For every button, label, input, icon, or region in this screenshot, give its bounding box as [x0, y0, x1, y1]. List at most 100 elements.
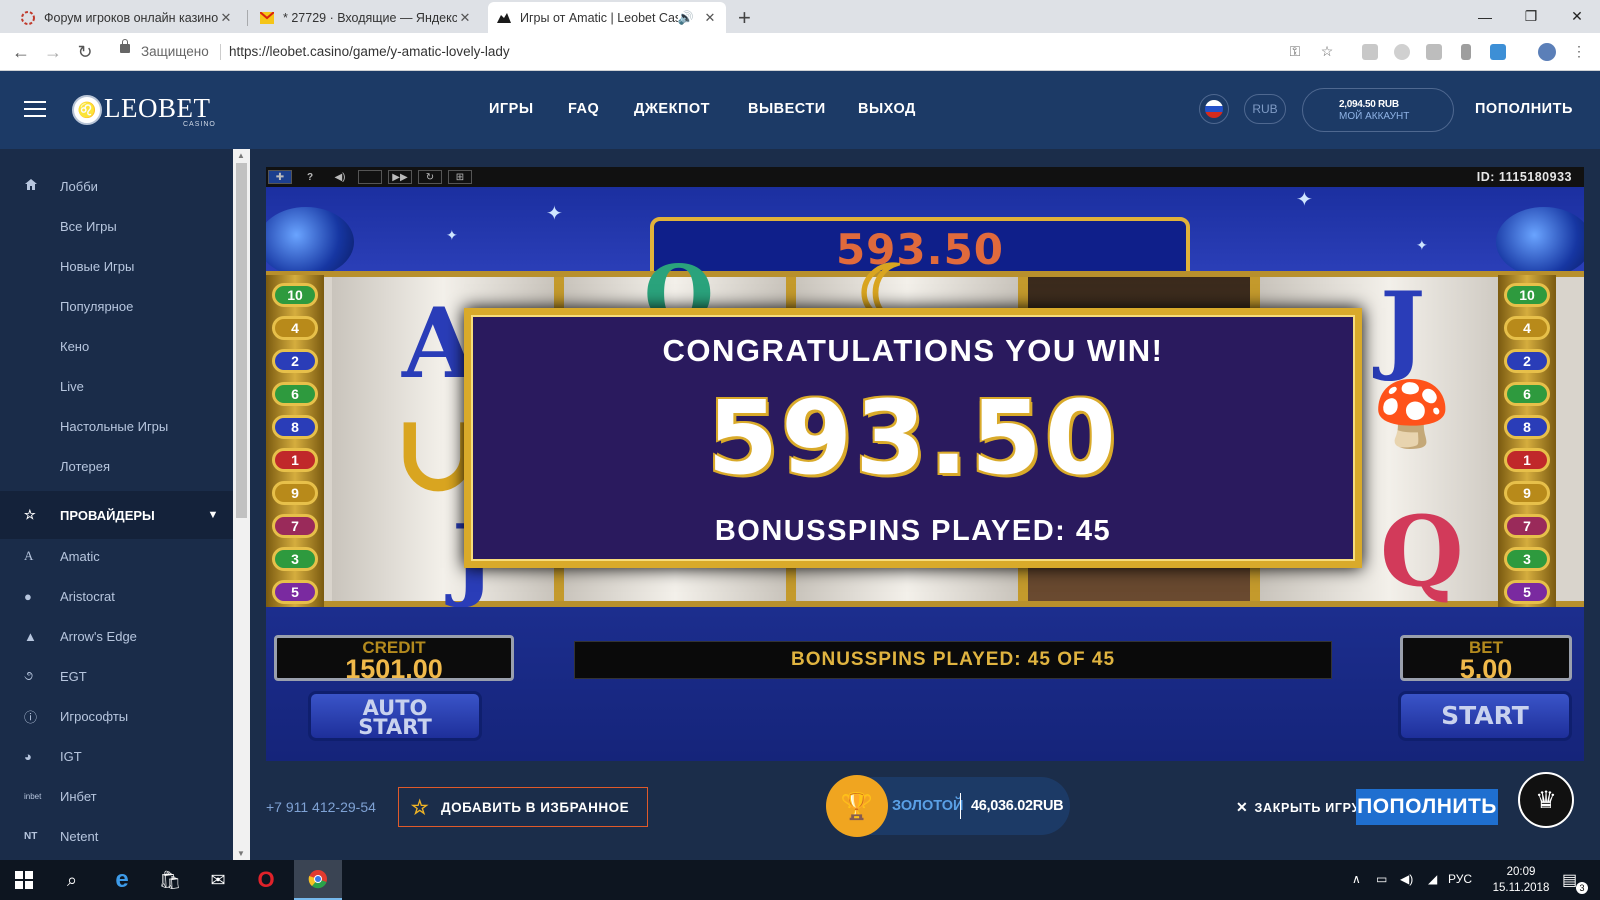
restore-window-button[interactable]: ❐: [1508, 0, 1554, 33]
nav-withdraw[interactable]: ВЫВЕСТИ: [748, 101, 826, 117]
help-icon[interactable]: ?: [298, 170, 322, 184]
fullscreen-icon[interactable]: [358, 170, 382, 184]
forward-button[interactable]: →: [42, 42, 64, 62]
browser-menu-icon[interactable]: ⋮: [1570, 43, 1588, 60]
hamburger-menu-icon[interactable]: [24, 101, 46, 117]
sidebar-item-table-games[interactable]: Настольные Игры: [0, 406, 233, 446]
payline-number: 4: [1504, 316, 1550, 340]
sidebar-item-all-games[interactable]: Все Игры: [0, 206, 233, 246]
taskbar-clock[interactable]: 20:09 15.11.2018: [1486, 864, 1556, 896]
nav-faq[interactable]: FAQ: [568, 101, 599, 117]
deposit-button[interactable]: ПОПОЛНИТЬ: [1356, 789, 1498, 825]
sidebar-scrollbar[interactable]: ▲ ▼: [233, 149, 250, 860]
uk-flag-icon[interactable]: ✚: [268, 170, 292, 184]
extension-icon[interactable]: [1426, 44, 1442, 60]
nav-jackpot[interactable]: ДЖЕКПОТ: [634, 101, 710, 117]
fast-forward-icon[interactable]: ▶▶: [388, 170, 412, 184]
nav-logout[interactable]: ВЫХОД: [858, 101, 916, 117]
slot-game-frame[interactable]: ✚ ? ◀) ▶▶ ↻ ⊞ ID: 1115180933 ✦ ✦ ✦ ✦ 593…: [266, 167, 1584, 761]
win-amount: 593.50: [707, 379, 1119, 498]
language-flag-icon[interactable]: [1199, 94, 1229, 124]
win-title: CONGRATULATIONS YOU WIN!: [662, 333, 1164, 368]
sidebar-item-live[interactable]: Live: [0, 366, 233, 406]
nav-games[interactable]: ИГРЫ: [489, 101, 534, 117]
mail-icon[interactable]: ✉: [194, 860, 242, 900]
currency-selector[interactable]: RUB: [1244, 94, 1286, 124]
browser-tab-yandex-mail[interactable]: * 27729 · Входящие — Яндекс.П ✕: [251, 2, 481, 33]
sidebar-providers-toggle[interactable]: ☆ ПРОВАЙДЕРЫ ▼: [0, 491, 233, 539]
reload-button[interactable]: ↻: [74, 42, 96, 62]
bet-display[interactable]: BET 5.00: [1400, 635, 1572, 683]
bookmark-star-icon[interactable]: ☆: [1318, 43, 1336, 60]
close-window-button[interactable]: ✕: [1554, 0, 1600, 33]
sidebar-item-keno[interactable]: Кено: [0, 326, 233, 366]
input-language[interactable]: РУС: [1448, 872, 1472, 886]
providers-label: ПРОВАЙДЕРЫ: [60, 507, 155, 523]
sparkle-icon: ✦: [1416, 237, 1428, 253]
sidebar-item-lottery[interactable]: Лотерея: [0, 446, 233, 486]
key-icon[interactable]: ⚿: [1286, 43, 1304, 60]
start-button[interactable]: START: [1398, 691, 1572, 741]
windows-start-icon[interactable]: [0, 860, 48, 900]
store-icon[interactable]: 🛍: [146, 860, 194, 900]
start-label: START: [1441, 701, 1529, 730]
add-to-favorites-button[interactable]: ☆ ДОБАВИТЬ В ИЗБРАННОЕ: [398, 787, 648, 827]
header-deposit-button[interactable]: ПОПОЛНИТЬ: [1475, 101, 1573, 117]
back-button[interactable]: ←: [10, 42, 32, 62]
volume-icon[interactable]: ◀): [1400, 872, 1413, 886]
symbol-j: J: [1380, 271, 1426, 384]
sidebar-provider-igt[interactable]: ◕ IGT: [0, 736, 233, 776]
close-tab-icon[interactable]: ✕: [218, 10, 234, 26]
loyalty-status[interactable]: 🏆 ЗОЛОТОЙ 46,036.02RUB: [826, 775, 1070, 837]
edge-browser-icon[interactable]: e: [98, 860, 146, 900]
new-tab-button[interactable]: +: [738, 5, 751, 31]
account-button[interactable]: 2,094.50 RUB МОЙ АККАУНТ: [1302, 88, 1454, 132]
payline-number: 10: [272, 283, 318, 307]
opera-browser-icon[interactable]: O: [242, 860, 290, 900]
profile-avatar-icon[interactable]: [1538, 43, 1556, 61]
payline-number: 6: [1504, 382, 1550, 406]
scroll-up-icon[interactable]: ▲: [237, 151, 245, 160]
close-tab-icon[interactable]: ✕: [457, 10, 473, 26]
support-phone[interactable]: +7 911 412-29-54: [266, 799, 376, 815]
sidebar-provider-arrows-edge[interactable]: ▲ Arrow's Edge: [0, 616, 233, 656]
leobet-lion-logo-icon[interactable]: ♌: [72, 95, 102, 125]
close-game-button[interactable]: ✕ ЗАКРЫТЬ ИГРУ: [1236, 799, 1360, 816]
sidebar-provider-inbet[interactable]: inbet Инбет: [0, 776, 233, 816]
auto-start-button[interactable]: AUTO START: [308, 691, 482, 741]
sidebar-item-popular[interactable]: Популярное: [0, 286, 233, 326]
extension-icon[interactable]: [1490, 44, 1506, 60]
sidebar-provider-egt[interactable]: ૭ EGT: [0, 656, 233, 696]
chrome-browser-icon[interactable]: [294, 860, 342, 900]
settings-icon[interactable]: ⊞: [448, 170, 472, 184]
tray-expand-icon[interactable]: ∧: [1352, 872, 1361, 886]
minimize-window-button[interactable]: —: [1462, 0, 1508, 33]
sidebar-item-new-games[interactable]: Новые Игры: [0, 246, 233, 286]
sidebar-provider-amatic[interactable]: A Amatic: [0, 536, 233, 576]
browser-tab-leobet[interactable]: Игры от Amatic | Leobet Cas 🔊 ✕: [488, 2, 726, 33]
sidebar-provider-aristocrat[interactable]: ● Aristocrat: [0, 576, 233, 616]
audio-playing-icon[interactable]: 🔊: [678, 10, 694, 26]
auto-start-line2: START: [358, 715, 432, 739]
sidebar-item-lobby[interactable]: Лобби: [0, 166, 233, 206]
browser-tab-forum[interactable]: Форум игроков онлайн казино ✕: [12, 2, 242, 33]
site-logo[interactable]: LEOBET: [104, 93, 210, 124]
notification-center-icon[interactable]: ▤: [1562, 870, 1577, 890]
scroll-down-icon[interactable]: ▼: [237, 849, 245, 858]
payline-number: 2: [1504, 349, 1550, 373]
url-input[interactable]: https://leobet.casino/game/y-amatic-love…: [229, 44, 510, 59]
replay-icon[interactable]: ↻: [418, 170, 442, 184]
search-icon[interactable]: ⌕: [48, 860, 96, 900]
sound-icon[interactable]: ◀): [328, 170, 352, 184]
extension-icon[interactable]: [1362, 44, 1378, 60]
extension-icon[interactable]: [1461, 44, 1471, 60]
network-icon[interactable]: ◢: [1428, 872, 1437, 886]
scrollbar-thumb[interactable]: [236, 163, 247, 518]
battery-icon[interactable]: ▭: [1376, 872, 1387, 886]
close-tab-icon[interactable]: ✕: [702, 10, 718, 26]
lion-crown-icon[interactable]: ♛: [1518, 772, 1574, 828]
sidebar-provider-netent[interactable]: NT Netent: [0, 816, 233, 856]
sidebar-item-label: Лобби: [60, 178, 98, 194]
extension-icon[interactable]: [1394, 44, 1410, 60]
sidebar-provider-igrosoft[interactable]: ⓘ Игрософты: [0, 696, 233, 736]
